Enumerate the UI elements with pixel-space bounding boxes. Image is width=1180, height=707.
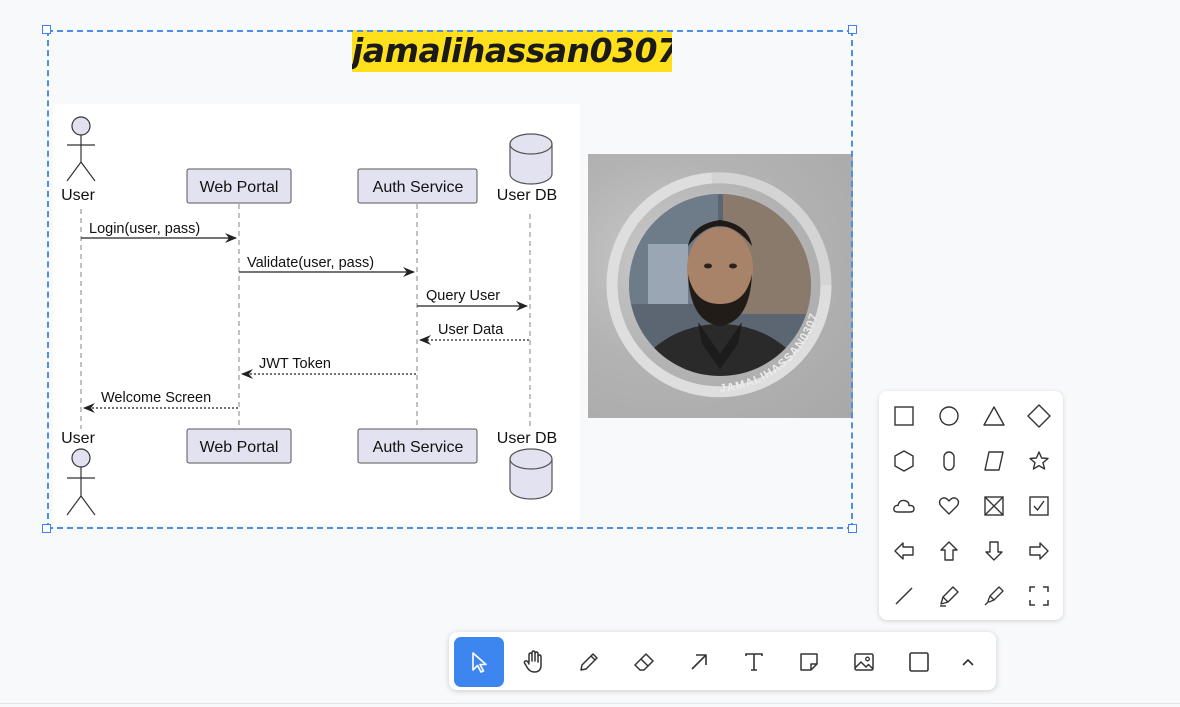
frame-tool-icon[interactable] [1022,579,1056,613]
main-toolbar [449,632,996,690]
participant-label-auth-service-bottom: Auth Service [373,439,464,456]
arrow-left-shape-icon[interactable] [887,534,921,568]
star-shape-icon[interactable] [1022,444,1056,478]
message-label-2: Validate(user, pass) [247,255,374,271]
arrow-up-shape-icon[interactable] [932,534,966,568]
message-label-5: JWT Token [259,356,331,372]
message-label-4: User Data [438,322,504,338]
participant-label-user-db: User DB [497,187,557,204]
shape-tool-button[interactable] [894,637,944,687]
marker-tool-icon[interactable] [932,579,966,613]
sticky-note-tool-button[interactable] [784,637,834,687]
cloud-shape-icon[interactable] [887,489,921,523]
square-shape-icon[interactable] [887,399,921,433]
more-tools-button[interactable] [946,637,990,687]
hand-icon [523,650,542,673]
profile-photo-image[interactable]: JAMALIHASSAN0307 [588,154,853,418]
participant-label-user: User [61,187,95,204]
canvas-bottom-border [0,703,1180,704]
pencil-tool-button[interactable] [564,637,614,687]
chevron-up-icon [962,659,974,666]
check-box-shape-icon[interactable] [1022,489,1056,523]
hexagon-shape-icon[interactable] [887,444,921,478]
line-tool-icon[interactable] [887,579,921,613]
select-tool-button[interactable] [454,637,504,687]
pointer-icon [472,652,487,673]
message-label-1: Login(user, pass) [89,221,200,237]
x-box-shape-icon[interactable] [977,489,1011,523]
sticky-note-icon [800,653,818,671]
resize-handle-top-left[interactable] [42,25,51,34]
message-label-3: Query User [426,288,500,304]
shape-palette [879,391,1063,620]
participant-db-top [509,133,553,185]
square-icon [909,652,929,672]
arrow-down-shape-icon[interactable] [977,534,1011,568]
diamond-shape-icon[interactable] [1022,399,1056,433]
participant-user-bottom [66,448,96,516]
text-tool-button[interactable] [729,637,779,687]
sequence-diagram-image[interactable]: User Web Portal Auth Service User DB Log… [53,104,580,526]
parallelogram-shape-icon[interactable] [977,444,1011,478]
circle-shape-icon[interactable] [932,399,966,433]
highlighter-tool-icon[interactable] [977,579,1011,613]
pill-shape-icon[interactable] [932,444,966,478]
hand-tool-button[interactable] [509,637,559,687]
participant-user-top [66,116,96,182]
triangle-shape-icon[interactable] [977,399,1011,433]
participant-db-bottom [509,448,553,500]
arrow-right-shape-icon[interactable] [1022,534,1056,568]
message-label-6: Welcome Screen [101,390,211,406]
image-tool-button[interactable] [839,637,889,687]
participant-label-auth-service: Auth Service [373,179,464,196]
eraser-tool-button[interactable] [619,637,669,687]
resize-handle-bottom-right[interactable] [848,524,857,533]
participant-label-web-portal-bottom: Web Portal [200,439,279,456]
pencil-icon [580,653,598,671]
arrow-tool-button[interactable] [674,637,724,687]
heart-shape-icon[interactable] [932,489,966,523]
eraser-icon [634,653,654,671]
participant-label-web-portal: Web Portal [200,179,279,196]
image-icon [854,653,874,671]
resize-handle-top-right[interactable] [848,25,857,34]
text-icon [745,653,763,671]
resize-handle-bottom-left[interactable] [42,524,51,533]
arrow-icon [691,654,707,670]
participant-label-user-db-bottom: User DB [497,430,557,447]
participant-label-user-bottom: User [61,430,95,447]
canvas-title-text[interactable]: jamalihassan0307 [352,30,672,72]
